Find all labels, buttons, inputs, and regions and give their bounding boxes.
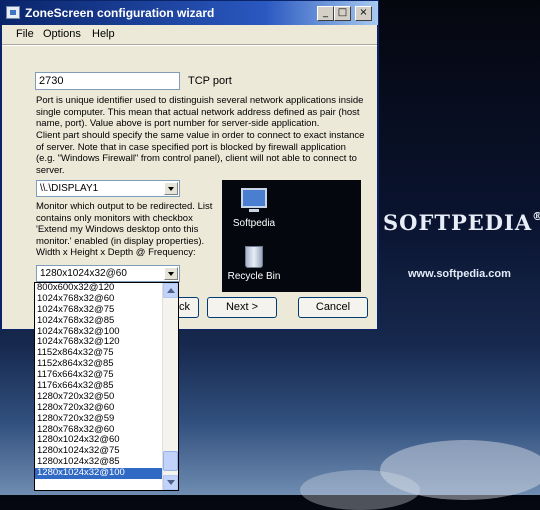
menu-file[interactable]: File xyxy=(16,28,34,40)
menu-options[interactable]: Options xyxy=(43,28,81,40)
resolution-dropdown-list[interactable]: 800x600x32@120 1024x768x32@60 1024x768x32@… xyxy=(34,282,179,491)
scroll-up-icon[interactable] xyxy=(163,283,178,298)
app-icon xyxy=(6,6,20,19)
preview-icon-softpedia: Softpedia xyxy=(232,188,276,229)
client-description: Client part should specify the same valu… xyxy=(36,130,365,176)
menu-bar: File Options Help xyxy=(2,25,377,44)
desktop-preview: Softpedia Recycle Bin xyxy=(222,180,361,292)
chevron-down-icon[interactable] xyxy=(164,267,178,280)
resolution-options: 800x600x32@120 1024x768x32@60 1024x768x32@… xyxy=(35,283,162,480)
tcp-port-label: TCP port xyxy=(188,75,232,87)
monitor-select[interactable]: \\.\DISPLAY1 xyxy=(36,180,180,197)
preview-icon-label: Softpedia xyxy=(232,218,276,229)
next-button[interactable]: Next > xyxy=(207,297,277,318)
maximize-button[interactable]: □ xyxy=(334,6,351,21)
computer-icon xyxy=(241,188,267,212)
window-title: ZoneScreen configuration wizard xyxy=(25,6,215,20)
chevron-down-icon[interactable] xyxy=(164,182,178,195)
cancel-button[interactable]: Cancel xyxy=(298,297,368,318)
softpedia-url: www.softpedia.com xyxy=(408,268,511,280)
cloud xyxy=(300,470,420,510)
tcp-port-input[interactable]: 2730 xyxy=(35,72,180,90)
minimize-button[interactable]: _ xyxy=(317,6,334,21)
port-description: Port is unique identifier used to distin… xyxy=(36,95,364,129)
preview-icon-recycle-bin: Recycle Bin xyxy=(225,246,283,282)
close-button[interactable]: × xyxy=(355,6,372,21)
monitor-description: Monitor which output to be redirected. L… xyxy=(36,201,213,258)
monitor-select-value: \\.\DISPLAY1 xyxy=(40,183,99,194)
scrollbar-thumb[interactable] xyxy=(163,451,178,471)
resolution-option[interactable]: 1280x720x32@59 xyxy=(35,413,162,425)
resolution-select[interactable]: 1280x1024x32@60 xyxy=(36,265,180,282)
wizard-window: ZoneScreen configuration wizard _ □ × Fi… xyxy=(0,0,379,330)
dropdown-scrollbar[interactable] xyxy=(162,283,178,490)
resolution-option[interactable]: 1024x768x32@85 xyxy=(35,315,162,327)
resolution-select-value: 1280x1024x32@60 xyxy=(40,268,127,279)
scroll-down-icon[interactable] xyxy=(163,475,178,490)
softpedia-logo: SOFTPEDIA® xyxy=(383,210,540,235)
menu-help[interactable]: Help xyxy=(92,28,115,40)
recycle-bin-icon xyxy=(245,246,263,268)
preview-icon-label: Recycle Bin xyxy=(227,271,281,282)
menu-separator xyxy=(2,44,377,46)
resolution-option[interactable]: 1280x1024x32@100 xyxy=(35,467,162,480)
title-bar[interactable]: ZoneScreen configuration wizard _ □ × xyxy=(1,1,378,25)
